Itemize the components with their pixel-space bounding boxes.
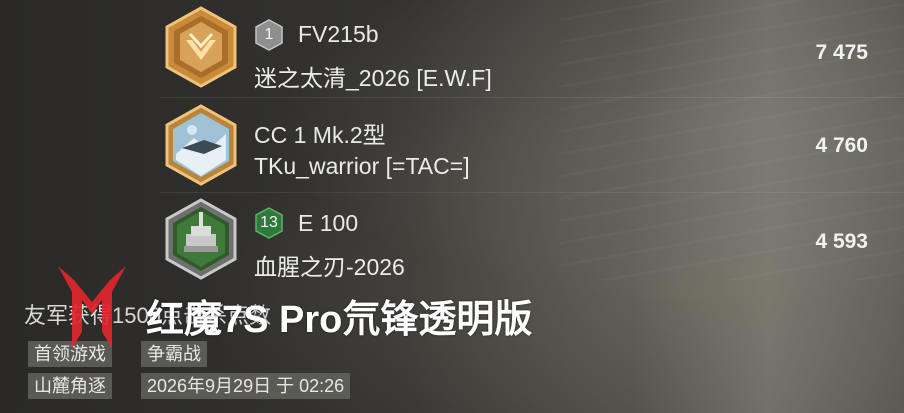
- gold-rank-emblem-icon: [164, 6, 238, 88]
- score-value: 7 475: [815, 41, 868, 64]
- vehicle-name: E 100: [298, 210, 359, 236]
- score-value: 4 760: [815, 134, 868, 157]
- battle-date-tag: 2026年9月29日 于 02:26: [141, 373, 351, 399]
- player-name: 迷之太清_2026 [E.W.F]: [254, 65, 492, 91]
- arctic-camo-emblem-icon: [164, 104, 238, 186]
- result-row: 13 E 100 血腥之刃-2026 4 593: [0, 192, 904, 284]
- result-row: 1 FV215b 迷之太清_2026 [E.W.F] 7 475: [0, 0, 904, 92]
- green-tank-emblem-icon: [164, 198, 238, 280]
- vehicle-name: CC 1 Mk.2型: [254, 122, 386, 148]
- map-name-tag: 山麓角逐: [28, 373, 112, 399]
- battle-type-tag: 争霸战: [141, 341, 207, 367]
- green-hex-badge-icon: 13: [254, 207, 284, 239]
- result-row: CC 1 Mk.2型 TKu_warrior [=TAC=] 4 760: [0, 96, 904, 188]
- red-magic-logo-icon: [52, 262, 132, 354]
- device-watermark-text: 红魔7S Pro氘锋透明版: [146, 299, 533, 341]
- silver-hex-badge-icon: 1: [254, 19, 284, 51]
- tier-number: 13: [260, 214, 278, 231]
- vehicle-name: FV215b: [298, 21, 379, 47]
- player-name: TKu_warrior [=TAC=]: [254, 153, 470, 179]
- tier-number: 1: [264, 26, 274, 43]
- player-name: 血腥之刃-2026: [254, 254, 405, 280]
- score-value: 4 593: [815, 230, 868, 253]
